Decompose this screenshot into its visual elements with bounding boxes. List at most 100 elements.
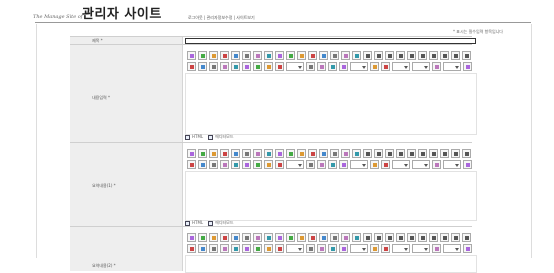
toolbar-button[interactable] [264,233,273,242]
toolbar-button[interactable] [418,51,427,60]
toolbar-button[interactable] [187,51,196,60]
toolbar-button[interactable] [297,51,306,60]
toolbar-button[interactable] [341,233,350,242]
toolbar-button[interactable] [396,51,405,60]
toolbar-button[interactable] [328,244,337,253]
toolbar-button[interactable] [286,149,295,158]
toolbar-button[interactable] [432,160,441,169]
toolbar-button[interactable] [231,160,240,169]
toolbar-button[interactable] [231,244,240,253]
toolbar-button[interactable] [407,233,416,242]
toolbar-button[interactable] [198,244,207,253]
toolbar-button[interactable] [242,149,251,158]
editor-content-area[interactable] [185,73,477,135]
toolbar-button[interactable] [463,244,472,253]
toolbar-button[interactable] [385,149,394,158]
toolbar-button[interactable] [396,149,405,158]
toolbar-button[interactable] [319,233,328,242]
toolbar-button[interactable] [231,149,240,158]
toolbar-button[interactable] [328,62,337,71]
toolbar-button[interactable] [440,149,449,158]
html-mode-checkbox[interactable]: HTML [185,134,203,140]
toolbar-button[interactable] [451,233,460,242]
toolbar-button[interactable] [187,244,196,253]
toolbar-button[interactable] [198,149,207,158]
toolbar-button[interactable] [220,149,229,158]
toolbar-button[interactable] [198,62,207,71]
toolbar-dropdown[interactable] [412,160,430,169]
toolbar-button[interactable] [339,62,348,71]
toolbar-button[interactable] [363,233,372,242]
toolbar-button[interactable] [341,51,350,60]
toolbar-button[interactable] [381,62,390,71]
toolbar-button[interactable] [187,233,196,242]
toolbar-button[interactable] [308,233,317,242]
toolbar-button[interactable] [209,244,218,253]
toolbar-button[interactable] [363,149,372,158]
toolbar-button[interactable] [308,149,317,158]
toolbar-button[interactable] [463,62,472,71]
toolbar-button[interactable] [297,233,306,242]
toolbar-button[interactable] [198,51,207,60]
toolbar-button[interactable] [306,244,315,253]
toolbar-button[interactable] [209,62,218,71]
toolbar-button[interactable] [385,233,394,242]
toolbar-button[interactable] [370,160,379,169]
toolbar-button[interactable] [253,62,262,71]
toolbar-button[interactable] [275,51,284,60]
toolbar-button[interactable] [451,51,460,60]
toolbar-button[interactable] [429,233,438,242]
toolbar-button[interactable] [328,160,337,169]
toolbar-dropdown[interactable] [392,160,410,169]
toolbar-button[interactable] [220,62,229,71]
toolbar-button[interactable] [275,244,284,253]
editor-mode-checkbox[interactable]: 에디터모드 [208,134,234,140]
toolbar-button[interactable] [429,51,438,60]
toolbar-button[interactable] [306,62,315,71]
toolbar-button[interactable] [220,233,229,242]
toolbar-button[interactable] [220,160,229,169]
toolbar-button[interactable] [407,51,416,60]
toolbar-button[interactable] [242,62,251,71]
toolbar-dropdown[interactable] [350,160,368,169]
toolbar-button[interactable] [231,62,240,71]
toolbar-button[interactable] [462,149,471,158]
toolbar-button[interactable] [363,51,372,60]
toolbar-button[interactable] [317,62,326,71]
editor-content-area[interactable] [185,171,477,221]
toolbar-button[interactable] [339,160,348,169]
html-mode-checkbox[interactable]: HTML [185,220,203,226]
toolbar-button[interactable] [297,149,306,158]
toolbar-dropdown[interactable] [350,244,368,253]
toolbar-button[interactable] [198,160,207,169]
toolbar-button[interactable] [275,233,284,242]
toolbar-dropdown[interactable] [286,244,304,253]
toolbar-button[interactable] [352,149,361,158]
toolbar-button[interactable] [462,233,471,242]
toolbar-button[interactable] [432,62,441,71]
toolbar-button[interactable] [275,62,284,71]
toolbar-dropdown[interactable] [392,244,410,253]
toolbar-button[interactable] [231,233,240,242]
toolbar-button[interactable] [187,160,196,169]
toolbar-button[interactable] [418,149,427,158]
toolbar-dropdown[interactable] [286,62,304,71]
toolbar-button[interactable] [187,62,196,71]
toolbar-button[interactable] [374,149,383,158]
toolbar-button[interactable] [463,160,472,169]
toolbar-button[interactable] [374,51,383,60]
toolbar-button[interactable] [339,244,348,253]
top-navigation[interactable]: 로그아웃 | 관리자정보수정 | 사이트보기 [188,15,255,21]
toolbar-button[interactable] [370,244,379,253]
toolbar-button[interactable] [242,160,251,169]
toolbar-button[interactable] [319,149,328,158]
toolbar-button[interactable] [275,160,284,169]
toolbar-dropdown[interactable] [286,160,304,169]
toolbar-button[interactable] [242,51,251,60]
toolbar-button[interactable] [264,149,273,158]
toolbar-dropdown[interactable] [392,62,410,71]
toolbar-button[interactable] [264,62,273,71]
toolbar-button[interactable] [330,51,339,60]
toolbar-button[interactable] [330,149,339,158]
toolbar-button[interactable] [317,160,326,169]
